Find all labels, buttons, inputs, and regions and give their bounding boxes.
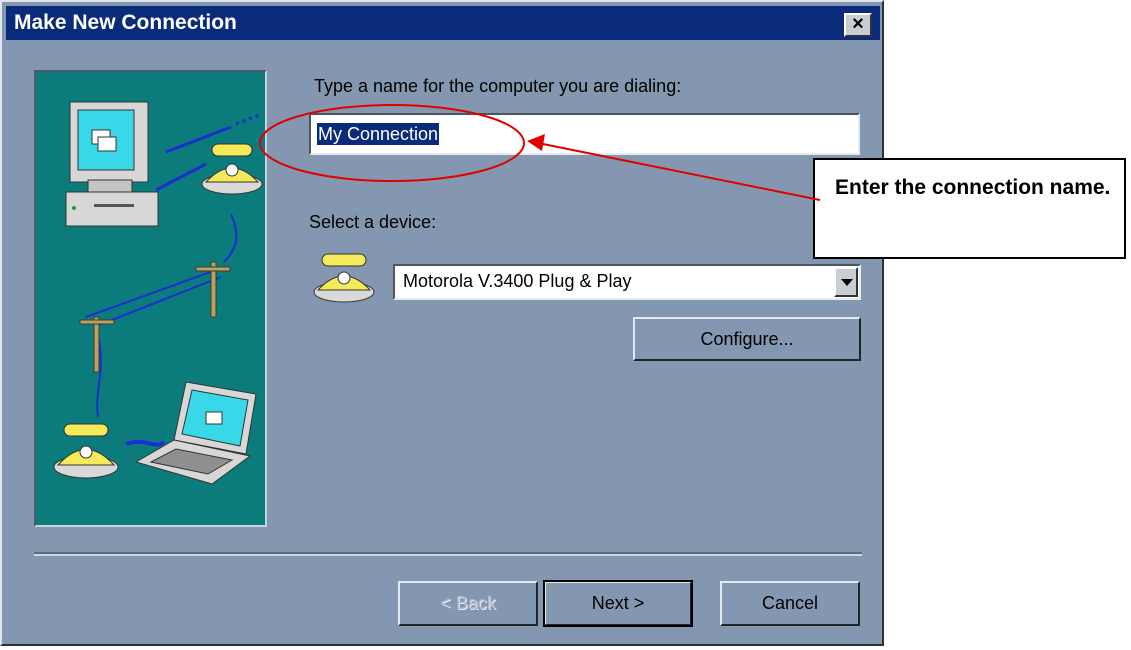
- arrow-head-icon: [527, 134, 545, 151]
- annotation-overlay: [259, 104, 821, 201]
- annotation-arrow-line: [537, 142, 821, 201]
- highlight-ellipse: [259, 104, 525, 182]
